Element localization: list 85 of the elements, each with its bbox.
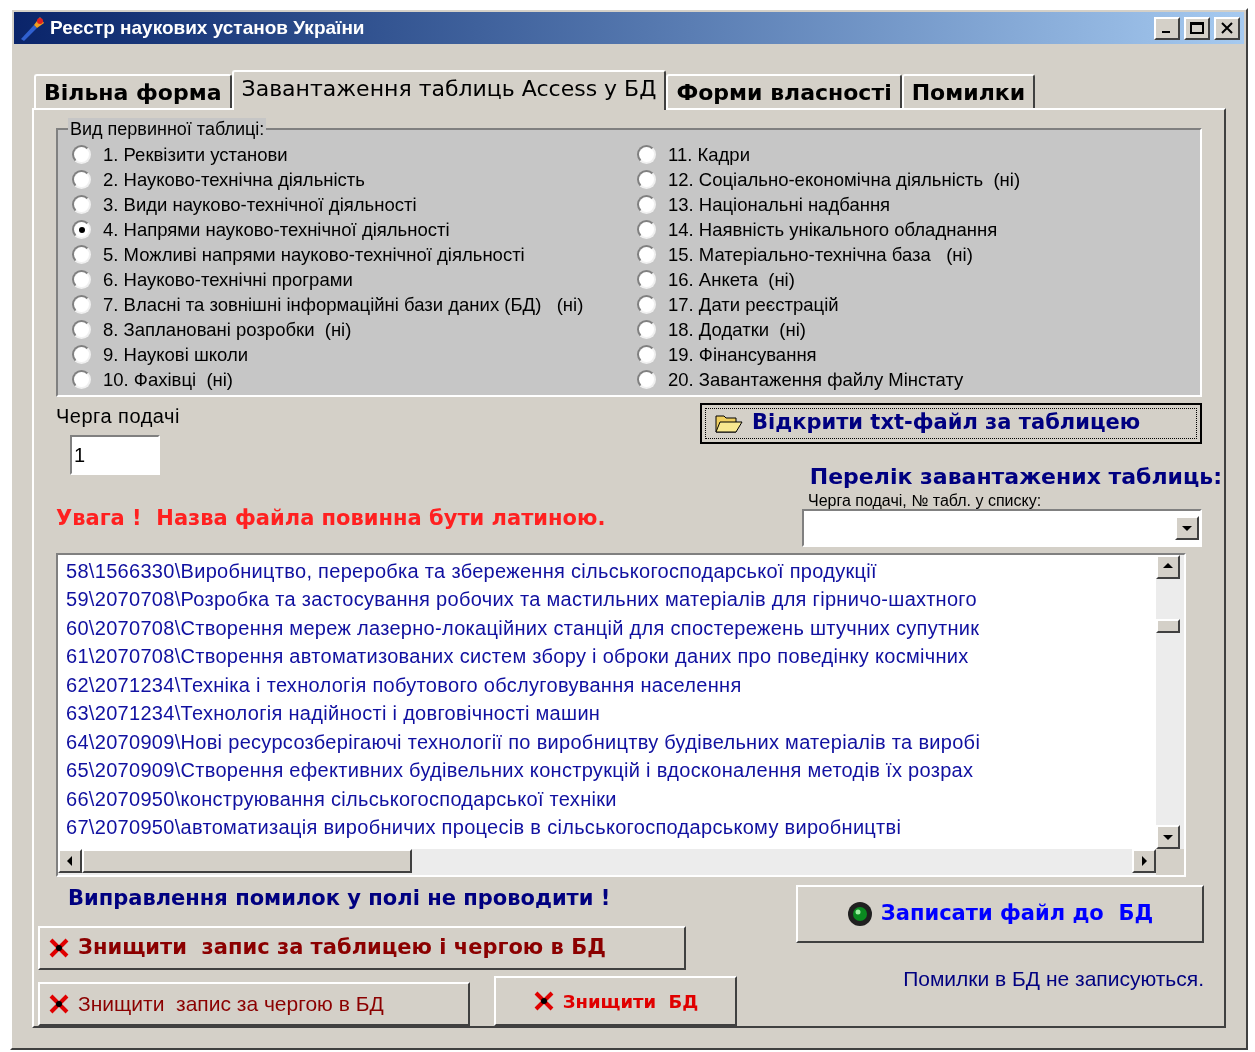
maximize-icon[interactable] [1184,16,1210,40]
scroll-left-icon[interactable] [58,848,82,873]
radio-button[interactable] [72,195,91,214]
radio-button[interactable] [72,270,91,289]
option-label: 16. Анкета (ні) [668,267,795,292]
option-label: 4. Напрями науково-технічної діяльності [103,217,450,242]
open-file-button[interactable]: Відкрити txt-файл за таблицею [700,402,1202,444]
scroll-thumb[interactable] [1156,618,1180,633]
list-item[interactable]: 65\2070909\Створення ефективних будівельних конструкцій і вдосконалення методів їх розрах [66,756,1156,785]
radio-button[interactable] [637,320,656,339]
tab[interactable]: Форми власності [666,74,902,108]
option-label: 11. Кадри [668,142,750,167]
scrollbar-corner [1156,848,1184,875]
loaded-tables-title: Перелік завантажених таблиць: [809,462,1222,491]
option-label: 3. Види науково-технічної діяльності [103,192,417,217]
list-item[interactable]: 59\2070708\Розробка та застосування робочих та мастильних матеріалів для гірничо-шахтного [66,585,1156,614]
list-item[interactable]: 61\2070708\Створення автоматизованих систем збору і оброки даних про поведінку космічних [66,642,1156,671]
option-label: 9. Наукові школи [103,342,249,367]
option-label: 2. Науково-технічна діяльність [103,167,365,192]
queue-label: Черга подачі [56,403,181,429]
list-item[interactable]: 64\2070909\Нові ресурсозберігаючі технології по виробництву будівельних матеріалів та виробі [66,727,1156,757]
option-label: 8. Заплановані розробки (ні) [103,317,352,342]
radio-button[interactable] [637,370,656,389]
radio-button[interactable] [72,145,91,164]
option-label: 6. Науково-технічні програми [103,267,353,292]
radio-button[interactable] [72,245,91,264]
vertical-scrollbar[interactable] [1156,554,1184,849]
option-label: 15. Матеріально-технічна база (ні) [668,242,973,267]
option-label: 7. Власні та зовнішні інформаційні бази даних (БД) (ні) [103,292,584,317]
radio-button[interactable] [637,195,656,214]
list-item[interactable]: 63\2071234\Технологія надійності і довговічності машин [66,699,1156,728]
radio-button[interactable] [637,220,656,239]
close-icon[interactable] [1214,16,1240,40]
scroll-down-icon[interactable] [1156,824,1180,849]
radio-button[interactable] [637,245,656,264]
status-note: Помилки в БД не записуються. [903,965,1204,992]
cross-icon [48,937,70,959]
cross-icon [48,993,70,1015]
notice-text: Виправлення помилок у полі не проводити ! [68,884,612,912]
list-item[interactable]: 58\1566330\Виробництво, переробка та збереження сільськогосподарської продукції [66,556,1156,586]
radio-button[interactable] [72,370,91,389]
radio-button[interactable] [637,270,656,289]
option-label: 20. Завантаження файлу Мінстату [668,367,964,392]
radio-button[interactable] [637,145,656,164]
list-item[interactable]: 62\2071234\Техніка і технологія побутового обслуговування населення [66,670,1156,700]
horizontal-scrollbar[interactable] [58,848,1156,875]
option-label: 19. Фінансування [668,342,817,367]
tab[interactable]: Завантаження таблиць Access у БД [231,70,667,110]
scroll-up-icon[interactable] [1156,554,1180,579]
list-item[interactable]: 67\2070950\автоматизація виробничих процесів в сільськогосподарському виробництві [66,813,1156,842]
option-label: 18. Додатки (ні) [668,317,806,342]
radio-button[interactable] [72,220,91,239]
group-title: Вид первинної таблиці: [68,118,267,140]
radio-button[interactable] [72,345,91,364]
list-item[interactable]: 60\2070708\Створення мереж лазерно-локаційних станцій для спостережень штучних супутник [66,613,1156,643]
list-item[interactable]: 66\2070950\конструювання сільськогосподарської техніки [66,784,1156,814]
radio-button[interactable] [637,345,656,364]
radio-button[interactable] [72,320,91,339]
option-label: 1. Реквізити установи [103,142,288,167]
warning-text: Увага ! Назва файла повинна бути латиною. [56,504,607,532]
queue-field[interactable]: 1 [70,434,160,475]
delete-button[interactable]: Знищити запис за таблицею і чергою в БД [38,926,686,970]
tab[interactable]: Помилки [901,74,1036,108]
scroll-right-icon[interactable] [1132,848,1156,873]
cross-icon [532,990,555,1012]
delete-button[interactable]: Знищити запис за чергою в БД [38,982,470,1026]
dropdown[interactable] [802,508,1202,547]
torch-icon [18,15,46,41]
status-light-icon [846,900,873,927]
option-label: 12. Соціально-економічна діяльність (ні) [668,167,1021,192]
minimize-icon[interactable] [1154,16,1180,40]
tab[interactable]: Вільна форма [34,74,232,108]
radio-button[interactable] [637,170,656,189]
radio-button[interactable] [72,295,91,314]
option-label: 13. Національні надбання [668,192,891,217]
option-label: 5. Можливі напрями науково-технічної діяльності [103,242,525,267]
option-label: 14. Наявність унікального обладнання [668,217,998,242]
save-button[interactable]: Записати файл до БД [796,884,1204,943]
dropdown-label: Черга подачі, № табл. у списку: [807,492,1043,509]
radio-button[interactable] [72,170,91,189]
window-title: Реєстр наукових установ України [50,15,366,40]
scroll-thumb[interactable] [82,848,412,873]
option-label: 17. Дати реєстрацій [668,292,839,317]
radio-button[interactable] [637,295,656,314]
option-label: 10. Фахівці (ні) [103,367,234,392]
